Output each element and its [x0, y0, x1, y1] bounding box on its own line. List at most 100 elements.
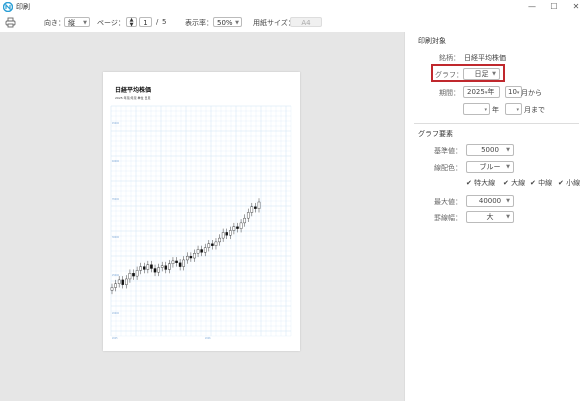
- section-divider: [414, 123, 579, 124]
- x-tick-label: 2026: [205, 337, 211, 340]
- candle-body: [114, 283, 117, 288]
- check-extra-thick[interactable]: ✔ 特大線: [466, 178, 495, 188]
- checkmark-icon: ✔: [466, 179, 472, 187]
- page-input[interactable]: 1: [139, 17, 152, 27]
- candle-body: [254, 206, 257, 209]
- page-total: 5: [162, 18, 167, 26]
- candle-body: [232, 226, 236, 231]
- minimize-button[interactable]: —: [526, 2, 538, 12]
- x-tick-label: 2025: [112, 337, 118, 340]
- check-thick[interactable]: ✔ 大線: [503, 178, 525, 188]
- stock-label: 銘柄：: [439, 54, 460, 62]
- candle-body: [207, 243, 211, 248]
- y-tick-label: 20000: [112, 312, 120, 315]
- graph-elements-title: グラフ要素: [418, 130, 453, 138]
- candle-body: [175, 260, 178, 263]
- chart-subtitle: 2025 年足/月足 単位 日足: [115, 95, 151, 100]
- candle-body: [182, 259, 185, 267]
- candle-body: [246, 212, 250, 219]
- candle-body: [160, 265, 164, 268]
- candle-body: [178, 262, 182, 267]
- page-stepper[interactable]: ▲ ▼: [126, 17, 137, 28]
- candle-body: [125, 278, 128, 285]
- candle-body: [229, 230, 232, 236]
- base-value: 5000: [481, 146, 499, 154]
- orientation-select[interactable]: 縦 ▼: [64, 17, 90, 27]
- candle-body: [200, 249, 203, 253]
- stock-value: 日経平均株価: [464, 54, 506, 62]
- candle-body: [236, 226, 239, 229]
- y-tick-label: 40000: [112, 160, 120, 163]
- candle-body: [146, 264, 150, 270]
- year-to-select[interactable]: ▾: [463, 103, 490, 115]
- candle-body: [164, 265, 168, 270]
- page-current: 1: [143, 19, 148, 27]
- zoom-select[interactable]: 50% ▼: [213, 17, 242, 27]
- candle-body: [153, 268, 157, 273]
- orientation-value: 縦: [68, 19, 75, 27]
- candle-body: [186, 255, 189, 261]
- rule-width-select[interactable]: 大 ▼: [466, 211, 514, 223]
- candle-body: [211, 243, 214, 246]
- year-unit: 年: [487, 88, 495, 96]
- period-label: 期間：: [439, 89, 460, 97]
- page-separator: /: [156, 18, 159, 26]
- line-color-select[interactable]: ブルー ▼: [466, 161, 514, 173]
- chart-grid: [110, 105, 292, 337]
- candle-body: [225, 232, 229, 236]
- candle-body: [257, 201, 261, 209]
- month-from-suffix: 月から: [521, 89, 542, 97]
- title-bar: 印刷 — ☐ ✕: [0, 0, 587, 14]
- chevron-down-icon[interactable]: ▼: [130, 22, 134, 28]
- y-tick-labels: 45000400003500030000250002000015000: [112, 122, 120, 315]
- window-title: 印刷: [16, 3, 30, 11]
- graph-highlight-box: [431, 64, 505, 82]
- checkmark-icon: ✔: [558, 179, 564, 187]
- paper-size-select[interactable]: A4: [290, 17, 322, 27]
- month-to-suffix: 月まで: [524, 106, 545, 114]
- chevron-down-icon: ▼: [83, 20, 87, 26]
- candle-body: [189, 255, 193, 259]
- year-from-select[interactable]: 2025▾年: [463, 86, 500, 98]
- print-toolbar: 向き： 縦 ▼ ページ： ▲ ▼ 1 / 5 表示率： 50% ▼ 用紙サイズ： …: [0, 14, 587, 33]
- month-from-select[interactable]: 10▾: [505, 86, 522, 98]
- chart-title: 日経平均株価: [115, 86, 151, 94]
- checkmark-icon: ✔: [503, 179, 509, 187]
- line-color-label: 線配色：: [434, 164, 462, 172]
- zoom-label: 表示率：: [185, 19, 213, 27]
- candle-body: [221, 232, 225, 239]
- base-value-select[interactable]: 5000 ▼: [466, 144, 514, 156]
- max-value-select[interactable]: 40000 ▼: [466, 195, 514, 207]
- candle-body: [132, 273, 135, 277]
- rule-width-label: 罫線幅：: [434, 214, 462, 222]
- chevron-down-icon: ▼: [235, 20, 239, 26]
- candle-body: [218, 237, 221, 243]
- page-label: ページ：: [97, 19, 125, 27]
- x-tick-labels: 2025 2026: [112, 337, 211, 340]
- printer-icon[interactable]: [5, 17, 16, 28]
- candle-body: [203, 247, 207, 253]
- chevron-down-icon: ▼: [506, 164, 510, 170]
- maximize-button[interactable]: ☐: [548, 2, 560, 12]
- chevron-down-icon: ▼: [506, 214, 510, 220]
- print-preview-area[interactable]: 日経平均株価 2025 年足/月足 単位 日足 45000 40000 35000 3…: [0, 32, 404, 401]
- check-medium[interactable]: ✔ 中線: [530, 178, 552, 188]
- candle-body: [243, 217, 246, 224]
- candle-body: [157, 267, 160, 273]
- print-target-title: 印刷対象: [418, 37, 446, 45]
- candles: [110, 198, 261, 295]
- checkmark-icon: ✔: [530, 179, 536, 187]
- year-from-value: 2025: [467, 88, 485, 96]
- candle-body: [196, 249, 200, 254]
- y-tick-label: 35000: [112, 198, 120, 201]
- y-tick-label: 30000: [112, 236, 120, 239]
- month-to-select[interactable]: ▾: [505, 103, 522, 115]
- app-logo-icon: [3, 2, 13, 12]
- y-tick-label: 25000: [112, 274, 120, 277]
- candle-body: [135, 270, 139, 277]
- candle-body: [150, 264, 153, 269]
- check-thin[interactable]: ✔ 小線: [558, 178, 580, 188]
- paper-size-label: 用紙サイズ：: [253, 19, 295, 27]
- orientation-label: 向き：: [44, 19, 65, 27]
- close-button[interactable]: ✕: [570, 2, 582, 12]
